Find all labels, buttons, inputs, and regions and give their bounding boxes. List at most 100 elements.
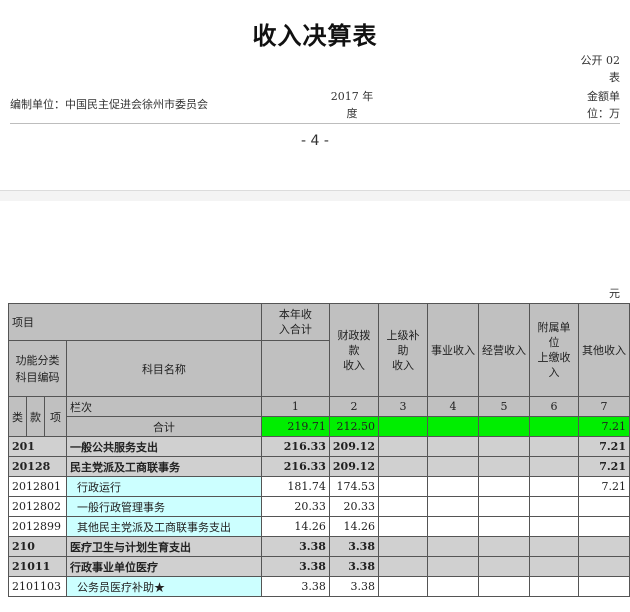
sum-row: 合计 219.71 212.50 7.21	[9, 416, 630, 437]
other-header: 其他收入	[577, 303, 630, 397]
unit-label: 元	[609, 287, 620, 300]
row-upper	[378, 496, 428, 517]
operating-header: 经营收入	[477, 303, 530, 397]
col-num-3: 3	[378, 396, 428, 417]
row-fiscal: 3.38	[328, 536, 380, 557]
row-code: 2012899	[8, 516, 67, 537]
row-business	[426, 576, 479, 597]
row-total: 216.33	[260, 456, 330, 477]
row-affiliate	[528, 516, 579, 537]
report-year-line2: 度	[346, 107, 358, 120]
row-other: 7.21	[577, 436, 630, 457]
header-row-3: 类 款 项 栏次 1 2 3 4 5 6 7	[8, 396, 630, 437]
upper-subsidy-header: 上级补助 收入	[378, 303, 428, 397]
row-fiscal: 14.26	[328, 516, 380, 537]
row-other	[577, 496, 630, 517]
org-name: 编制单位：中国民主促进会徐州市委员会	[10, 98, 208, 111]
row-name: 公务员医疗补助★	[65, 576, 262, 597]
total-header-line1: 本年收	[278, 308, 312, 321]
col-num-7: 7	[577, 396, 630, 417]
sum-other: 7.21	[577, 416, 630, 437]
sum-affiliate	[528, 416, 579, 437]
row-other: 7.21	[577, 456, 630, 477]
row-operating	[477, 576, 530, 597]
amount-unit-line2: 位：万	[587, 107, 620, 120]
table-row: 201 一般公共服务支出 216.33 209.12 7.21	[8, 436, 630, 457]
row-fiscal: 3.38	[328, 576, 380, 597]
row-name: 一般公共服务支出	[65, 436, 262, 457]
kuan-header: 款	[25, 396, 45, 437]
fiscal-header-line2: 收入	[342, 358, 365, 372]
col-num-6: 6	[528, 396, 579, 417]
row-business	[426, 456, 479, 477]
row-code: 20128	[8, 456, 67, 477]
row-code: 210	[8, 536, 67, 557]
affiliate-header: 附属单位 上缴收入	[528, 303, 579, 397]
header-divider	[10, 123, 620, 124]
lei-header: 类	[8, 396, 27, 437]
func-code-line1: 功能分类	[15, 353, 60, 367]
header-row-1: 项目 本年收 入合计 财政拨款 收入 上级补助 收入 事业收入 经营收入 附属单…	[8, 303, 630, 397]
row-upper	[378, 476, 428, 497]
xiang-header: 项	[43, 396, 67, 437]
row-other	[577, 576, 630, 597]
col-num-2: 2	[328, 396, 380, 417]
row-operating	[477, 496, 530, 517]
row-affiliate	[528, 496, 579, 517]
row-name: 医疗卫生与计划生育支出	[65, 536, 262, 557]
row-upper	[378, 516, 428, 537]
amount-unit: 金额单 位：万	[587, 88, 620, 122]
row-affiliate	[528, 536, 579, 557]
row-code: 2101103	[8, 576, 67, 597]
row-upper	[378, 536, 428, 557]
row-total: 216.33	[260, 436, 330, 457]
page-title: 收入决算表	[252, 22, 378, 50]
row-name: 民主党派及工商联事务	[65, 456, 262, 477]
row-affiliate	[528, 476, 579, 497]
row-total: 181.74	[260, 476, 330, 497]
row-upper	[378, 436, 428, 457]
row-total: 3.38	[260, 576, 330, 597]
sum-upper	[378, 416, 428, 437]
row-business	[426, 556, 479, 577]
row-operating	[477, 476, 530, 497]
report-year-line1: 2017 年	[330, 90, 374, 103]
total-header: 本年收 入合计	[260, 303, 330, 341]
affiliate-header-line1: 附属单位	[537, 321, 571, 349]
upper-header-line2: 收入	[391, 358, 414, 372]
row-total: 14.26	[260, 516, 330, 537]
sum-total: 219.71	[260, 416, 330, 437]
row-fiscal: 209.12	[328, 436, 380, 457]
row-other	[577, 556, 630, 577]
row-operating	[477, 516, 530, 537]
row-fiscal: 209.12	[328, 456, 380, 477]
row-operating	[477, 456, 530, 477]
col-num-4: 4	[426, 396, 479, 417]
table-row: 2012801 行政运行 181.74 174.53 7.21	[8, 476, 630, 497]
row-upper	[378, 576, 428, 597]
row-code: 2012801	[8, 476, 67, 497]
row-affiliate	[528, 556, 579, 577]
row-fiscal: 174.53	[328, 476, 380, 497]
subject-name-header: 科目名称	[65, 340, 262, 397]
form-code-line1: 公开 02	[580, 54, 621, 67]
total-header-line2: 入合计	[278, 323, 312, 336]
report-year: 2017 年 度	[322, 88, 382, 122]
col-num-1: 1	[260, 396, 330, 417]
sum-label: 合计	[65, 416, 262, 437]
upper-header-line1: 上级补助	[386, 328, 420, 357]
form-code-line2: 表	[609, 71, 620, 84]
row-code: 21011	[8, 556, 67, 577]
row-fiscal: 20.33	[328, 496, 380, 517]
row-upper	[378, 556, 428, 577]
row-name: 行政事业单位医疗	[65, 556, 262, 577]
row-business	[426, 476, 479, 497]
table-row: 2101103 公务员医疗补助★ 3.38 3.38	[8, 576, 630, 597]
total-header-blank	[260, 340, 330, 397]
row-affiliate	[528, 436, 579, 457]
fiscal-header: 财政拨款 收入	[328, 303, 380, 397]
row-total: 20.33	[260, 496, 330, 517]
affiliate-header-line2: 上缴收入	[537, 351, 571, 379]
fiscal-header-line1: 财政拨款	[337, 328, 371, 357]
income-table: 项目 本年收 入合计 财政拨款 收入 上级补助 收入 事业收入 经营收入 附属单…	[8, 303, 630, 597]
